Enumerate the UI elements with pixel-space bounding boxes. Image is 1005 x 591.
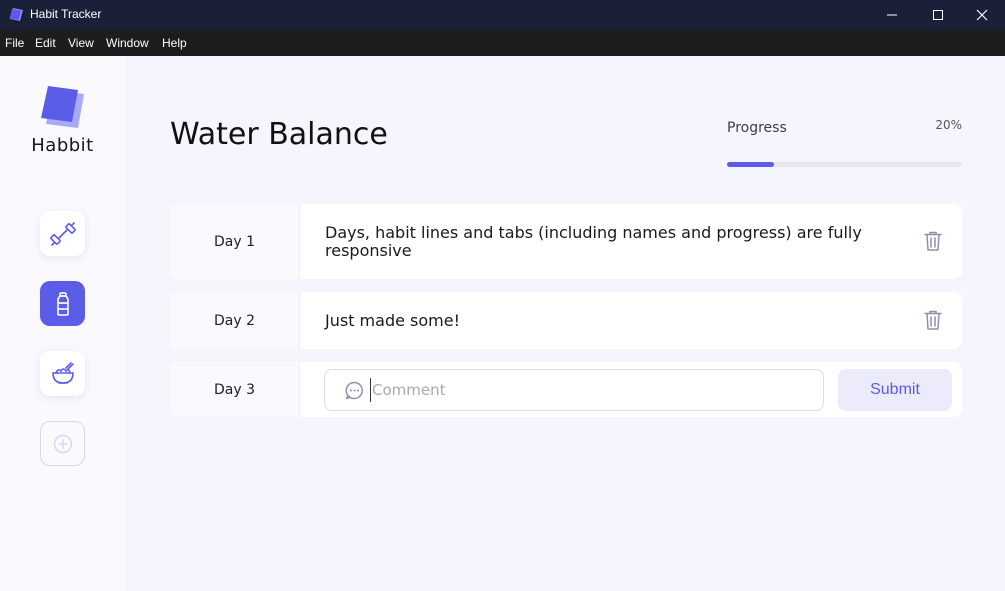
menu-bar: File Edit View Window Help — [0, 30, 1005, 56]
logo-icon — [41, 86, 84, 128]
minimize-button[interactable] — [869, 0, 915, 30]
menu-edit[interactable]: Edit — [35, 36, 56, 50]
day-row: Day 1 Days, habit lines and tabs (includ… — [170, 204, 962, 279]
progress-fill — [727, 162, 774, 167]
maximize-icon — [933, 10, 943, 20]
app-icon — [9, 8, 23, 21]
nav-water[interactable] — [40, 281, 85, 326]
window-title: Habit Tracker — [30, 7, 102, 21]
submit-button[interactable]: Submit — [838, 369, 952, 411]
comment-field[interactable] — [324, 369, 824, 411]
trash-icon[interactable] — [922, 309, 944, 331]
menu-view[interactable]: View — [68, 36, 94, 50]
logo-text: Habbit — [31, 135, 94, 156]
menu-file[interactable]: File — [5, 36, 24, 50]
close-button[interactable] — [959, 0, 1005, 30]
day-label: Day 1 — [170, 204, 300, 279]
trash-icon[interactable] — [922, 230, 944, 252]
nav-add-habit[interactable] — [40, 421, 85, 466]
day-label: Day 3 — [170, 362, 300, 417]
maximize-button[interactable] — [915, 0, 961, 30]
day-note: Days, habit lines and tabs (including na… — [325, 223, 862, 260]
page-title: Water Balance — [170, 117, 388, 152]
minimize-icon — [887, 14, 897, 16]
water-bottle-icon — [56, 291, 69, 316]
day-row: Day 3 Submit — [170, 362, 962, 417]
sidebar: Habbit — [0, 56, 125, 591]
progress-bar — [727, 162, 962, 167]
progress-value: 20% — [935, 118, 962, 132]
add-circle-icon — [53, 434, 72, 453]
comment-input[interactable] — [370, 378, 810, 402]
progress-label: Progress — [727, 120, 787, 136]
day-note: Just made some! — [325, 311, 460, 330]
menu-window[interactable]: Window — [106, 36, 149, 50]
title-bar: Habit Tracker — [0, 0, 1005, 30]
nav-food[interactable] — [40, 351, 85, 396]
menu-help[interactable]: Help — [162, 36, 187, 50]
day-row: Day 2 Just made some! — [170, 292, 962, 349]
nav-fitness[interactable] — [40, 211, 85, 256]
comment-icon — [345, 381, 363, 400]
day-label: Day 2 — [170, 292, 300, 349]
dumbbell-icon — [49, 221, 76, 246]
food-bowl-icon — [51, 361, 74, 384]
close-icon — [976, 9, 988, 21]
